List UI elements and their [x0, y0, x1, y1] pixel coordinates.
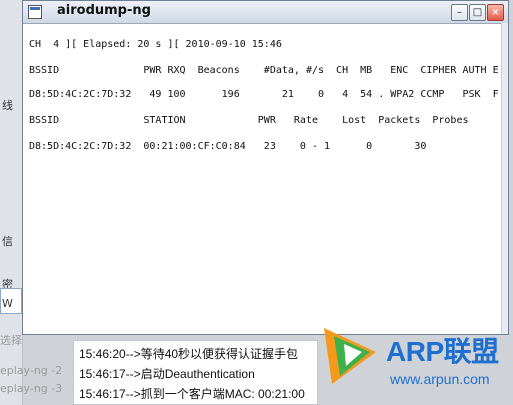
arp-logo: ARP联盟 www.arpun.com: [318, 318, 513, 405]
close-button[interactable]: ×: [487, 4, 504, 21]
log-line: 15:46:17-->抓到一个客户端MAC: 00:21:00: [79, 387, 305, 401]
brand-name: ARP联盟: [386, 336, 499, 367]
log-panel: 15:46:20-->等待40秒以便获得认证握手包 15:46:17-->启动D…: [73, 340, 318, 405]
maximize-button[interactable]: □: [469, 4, 486, 21]
station-row: D8:5D:4C:2C:7D:32 00:21:00:CF:C0:84 23 0…: [29, 141, 427, 152]
terminal-window[interactable]: airodump-ng – □ × CH 4 ][ Elapsed: 20 s …: [22, 0, 509, 335]
ap-header: BSSID PWR RXQ Beacons #Data, #/s CH MB E…: [29, 65, 499, 76]
bg-glyph: 信: [2, 235, 13, 248]
terminal-output[interactable]: CH 4 ][ Elapsed: 20 s ][ 2010-09-10 15:4…: [29, 23, 502, 334]
status-line: CH 4 ][ Elapsed: 20 s ][ 2010-09-10 15:4…: [29, 39, 282, 50]
ap-row: D8:5D:4C:2C:7D:32 49 100 196 21 0 4 54 .…: [29, 89, 499, 100]
bg-label: eplay-ng -3: [0, 382, 63, 395]
bg-glyph: 线: [2, 99, 13, 112]
log-line: 15:46:20-->等待40秒以便获得认证握手包: [79, 347, 299, 361]
title-bar[interactable]: airodump-ng – □ ×: [23, 1, 508, 24]
window-title: airodump-ng: [57, 3, 151, 18]
scrollbar[interactable]: [501, 23, 508, 334]
bg-label: 选择: [0, 334, 22, 347]
bg-label: eplay-ng -2: [0, 364, 63, 377]
bg-glyph: W: [2, 297, 13, 310]
play-logo-icon: [324, 328, 376, 384]
station-header: BSSID STATION PWR Rate Lost Packets Prob…: [29, 115, 469, 126]
brand-url: www.arpun.com: [390, 371, 490, 387]
minimize-button[interactable]: –: [451, 4, 468, 21]
log-line: 15:46:17-->启动Deauthentication: [79, 367, 255, 381]
terminal-icon: [28, 5, 42, 19]
